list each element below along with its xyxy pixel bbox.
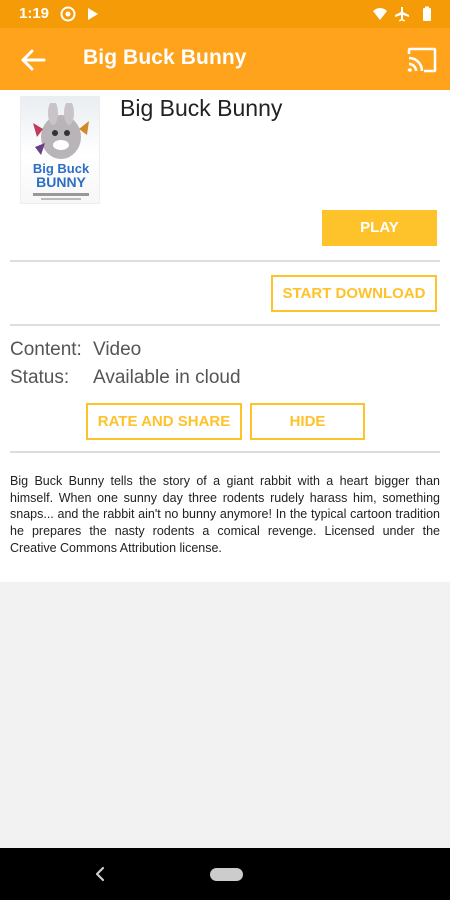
- nav-back-icon[interactable]: [93, 865, 107, 883]
- back-arrow-icon[interactable]: [18, 45, 48, 75]
- video-title: Big Buck Bunny: [120, 95, 283, 121]
- notification-icon: [60, 6, 76, 22]
- rate-and-share-button[interactable]: RATE AND SHARE: [86, 403, 242, 440]
- status-bar: 1:19: [0, 0, 450, 28]
- divider: [10, 260, 440, 262]
- video-poster: Big Buck BUNNY: [20, 96, 100, 204]
- status-time: 1:19: [19, 5, 50, 22]
- status-label: Status:: [10, 367, 70, 388]
- app-bar: Big Buck Bunny: [0, 28, 450, 90]
- divider: [10, 324, 440, 326]
- video-description: Big Buck Bunny tells the story of a gian…: [10, 474, 440, 555]
- divider: [10, 451, 440, 453]
- bunny-artwork-icon: [33, 103, 89, 159]
- cast-icon[interactable]: [406, 44, 438, 76]
- airplane-icon: [395, 7, 409, 22]
- play-button[interactable]: PLAY: [322, 210, 437, 246]
- battery-icon: [423, 6, 431, 21]
- content-label: Content:: [10, 339, 82, 360]
- nav-home-button[interactable]: [210, 868, 243, 881]
- poster-credits-small: [41, 198, 81, 200]
- wifi-icon: [373, 8, 387, 20]
- start-download-button[interactable]: START DOWNLOAD: [271, 275, 437, 312]
- poster-credits: [33, 193, 89, 196]
- app-notification-icon: [88, 8, 98, 20]
- content-value: Video: [93, 339, 142, 360]
- hide-button[interactable]: HIDE: [250, 403, 365, 440]
- status-value: Available in cloud: [93, 367, 241, 388]
- navigation-bar: [0, 848, 450, 900]
- poster-title-line2: BUNNY: [36, 174, 86, 190]
- video-detail-card: Big Buck BUNNY Big Buck Bunny PLAY START…: [0, 90, 450, 582]
- app-bar-title: Big Buck Bunny: [83, 46, 247, 69]
